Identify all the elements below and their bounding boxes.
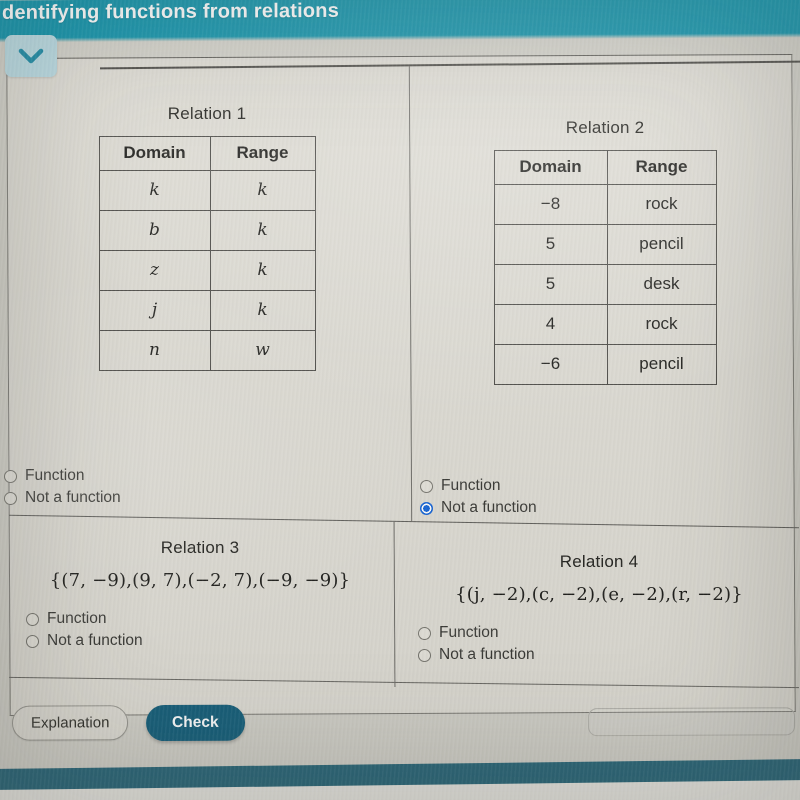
column-header-range: Range (209, 136, 316, 171)
radio-icon-selected[interactable] (420, 501, 433, 515)
relation-1-options: Function Not a function (4, 456, 304, 510)
relation-4-set: {(j, −2),(c, −2),(e, −2),(r, −2)} (455, 584, 743, 605)
range-cell: k (209, 170, 316, 211)
option-label: Not a function (47, 632, 143, 649)
relation-1-table: Domain Range k k b k z k j k n w (98, 136, 316, 371)
table-row: b k (98, 210, 316, 251)
check-button[interactable]: Check (145, 704, 245, 742)
table-row: 5 pencil (493, 224, 717, 265)
footer-actions: Explanation Check (8, 682, 796, 745)
domain-cell: j (98, 290, 211, 331)
radio-icon[interactable] (418, 648, 431, 662)
relation-2-table: Domain Range −8 rock 5 pencil 5 desk 4 r… (493, 150, 717, 385)
relation-2-title: Relation 2 (565, 118, 645, 137)
radio-icon[interactable] (418, 626, 431, 640)
range-cell: k (209, 290, 316, 331)
table-row: n w (98, 330, 316, 371)
domain-cell: n (98, 330, 211, 371)
table-row: j k (98, 290, 316, 331)
table-row: −6 pencil (493, 344, 717, 385)
range-cell: rock (606, 304, 717, 345)
screenshot-photo: dentifying functions from relations ion,… (0, 0, 800, 800)
domain-cell: k (98, 170, 211, 211)
option-label: Not a function (25, 489, 121, 506)
domain-cell: z (98, 250, 211, 291)
table-row: 5 desk (493, 264, 717, 305)
relation-4-option-not-a-function[interactable]: Not a function (418, 645, 794, 665)
table-row: 4 rock (493, 304, 717, 345)
secondary-input-field[interactable] (587, 707, 796, 737)
table-row: z k (98, 250, 316, 291)
radio-icon[interactable] (4, 491, 17, 505)
chevron-down-icon[interactable] (5, 35, 57, 77)
radio-icon[interactable] (26, 634, 39, 648)
option-label: Function (47, 610, 107, 627)
relation-3-set: {(7, −9),(9, 7),(−2, 7),(−9, −9)} (49, 570, 351, 591)
relation-4-panel: Relation 4 {(j, −2),(c, −2),(e, −2),(r, … (404, 552, 794, 667)
relation-4-title: Relation 4 (559, 552, 639, 571)
relation-1-title: Relation 1 (167, 104, 247, 123)
range-cell: k (209, 210, 316, 251)
domain-cell: −6 (493, 344, 608, 385)
relation-3-panel: Relation 3 {(7, −9),(9, 7),(−2, 7),(−9, … (10, 538, 390, 653)
relation-2-panel: Relation 2 Domain Range −8 rock 5 pencil (420, 118, 790, 385)
option-label: Function (25, 467, 85, 484)
domain-cell: b (98, 210, 211, 251)
relation-2-option-function[interactable]: Function (420, 476, 720, 496)
relation-2-option-not-a-function[interactable]: Not a function (420, 498, 720, 518)
option-label: Function (441, 477, 501, 494)
relation-4-option-function[interactable]: Function (418, 623, 794, 643)
domain-cell: 5 (493, 224, 608, 265)
option-label: Function (439, 624, 499, 641)
relation-1-option-function[interactable]: Function (4, 466, 304, 486)
table-header-row: Domain Range (493, 150, 717, 185)
range-cell: w (209, 330, 316, 371)
table-row: k k (98, 170, 316, 211)
table-header-row: Domain Range (98, 136, 316, 171)
range-cell: desk (606, 264, 717, 305)
radio-icon[interactable] (420, 479, 433, 493)
domain-cell: 4 (493, 304, 608, 345)
domain-cell: −8 (493, 184, 608, 225)
range-cell: k (209, 250, 316, 291)
column-header-domain: Domain (98, 136, 211, 171)
column-header-range: Range (606, 150, 717, 185)
radio-icon[interactable] (4, 469, 17, 483)
relation-3-option-not-a-function[interactable]: Not a function (26, 631, 390, 651)
domain-cell: 5 (493, 264, 608, 305)
relation-1-panel: Relation 1 Domain Range k k b k z k j k … (14, 104, 400, 371)
page-title: dentifying functions from relations (1, 0, 340, 24)
relation-2-options: Function Not a function (420, 466, 720, 520)
relation-1-option-not-a-function[interactable]: Not a function (4, 488, 304, 508)
table-row: −8 rock (493, 184, 717, 225)
range-cell: pencil (606, 224, 717, 265)
column-header-domain: Domain (493, 150, 608, 185)
radio-icon[interactable] (26, 612, 39, 626)
relation-3-option-function[interactable]: Function (26, 609, 390, 629)
range-cell: rock (606, 184, 717, 225)
explanation-button[interactable]: Explanation (11, 705, 129, 741)
option-label: Not a function (441, 499, 537, 516)
option-label: Not a function (439, 646, 535, 663)
relation-3-title: Relation 3 (160, 538, 240, 557)
range-cell: pencil (606, 344, 717, 385)
